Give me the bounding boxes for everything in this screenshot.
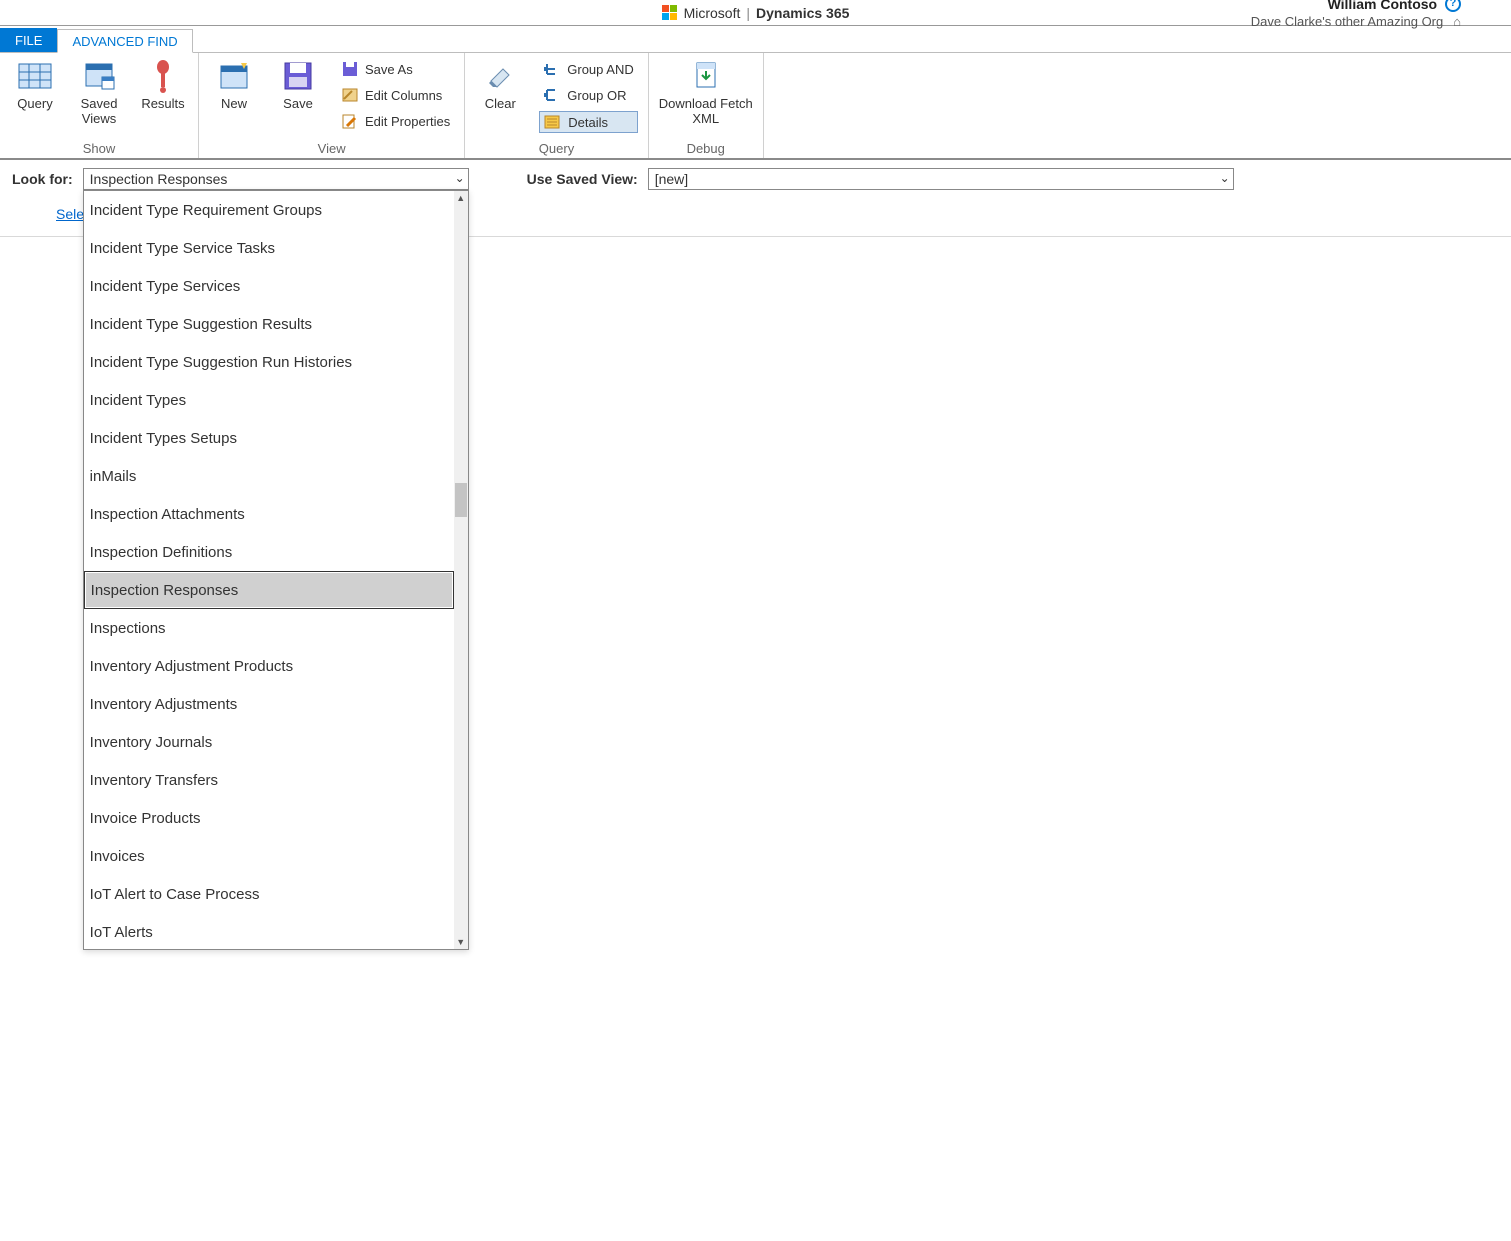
saved-views-icon bbox=[82, 59, 116, 93]
saved-views-button[interactable]: Saved Views bbox=[74, 59, 124, 127]
group-or-button[interactable]: Group OR bbox=[539, 85, 637, 105]
look-for-option[interactable]: Incident Types Setups bbox=[84, 419, 454, 457]
look-for-combo[interactable]: Inspection Responses ⌄ Incident Type Req… bbox=[83, 168, 469, 190]
look-for-option[interactable]: Inspection Definitions bbox=[84, 533, 454, 571]
title-bar: Microsoft | Dynamics 365 William Contoso… bbox=[0, 0, 1511, 26]
ribbon-group-show: Query Saved Views Results Show bbox=[0, 53, 199, 158]
tab-advanced-find[interactable]: ADVANCED FIND bbox=[57, 29, 192, 53]
save-as-button[interactable]: Save As bbox=[337, 59, 454, 79]
home-icon[interactable]: ⌂ bbox=[1453, 14, 1461, 30]
look-for-option[interactable]: Incident Type Requirement Groups bbox=[84, 191, 454, 229]
eraser-icon bbox=[483, 59, 517, 93]
save-icon bbox=[281, 59, 315, 93]
look-for-option[interactable]: Invoice Products bbox=[84, 799, 454, 837]
brand-microsoft: Microsoft bbox=[684, 5, 741, 21]
look-for-value[interactable]: Inspection Responses bbox=[83, 168, 469, 190]
look-for-option[interactable]: Inspections bbox=[84, 609, 454, 647]
ribbon-group-query-label: Query bbox=[475, 141, 637, 156]
look-for-option[interactable]: Inventory Transfers bbox=[84, 761, 454, 799]
look-for-option[interactable]: Inspection Attachments bbox=[84, 495, 454, 533]
look-for-dropdown: Incident Type Requirement GroupsIncident… bbox=[83, 190, 469, 950]
scroll-up-icon[interactable]: ▲ bbox=[454, 191, 468, 205]
edit-properties-button[interactable]: Edit Properties bbox=[337, 111, 454, 131]
look-for-option[interactable]: Incident Type Service Tasks bbox=[84, 229, 454, 267]
user-info: William Contoso ? Dave Clarke's other Am… bbox=[1251, 0, 1511, 29]
grid-icon bbox=[18, 59, 52, 93]
look-for-option[interactable]: Inspection Responses bbox=[84, 571, 454, 609]
download-fetch-xml-button[interactable]: Download Fetch XML bbox=[659, 59, 753, 127]
ribbon-group-debug: Download Fetch XML Debug bbox=[649, 53, 764, 158]
saved-view-value[interactable]: [new] bbox=[648, 168, 1234, 190]
ribbon-group-view: New Save Save As E bbox=[199, 53, 465, 158]
edit-columns-icon bbox=[341, 86, 359, 104]
look-for-option[interactable]: Invoices bbox=[84, 837, 454, 875]
ribbon-group-debug-label: Debug bbox=[659, 141, 753, 156]
scroll-thumb[interactable] bbox=[455, 483, 467, 517]
select-link[interactable]: Sele bbox=[56, 206, 84, 222]
new-button[interactable]: New bbox=[209, 59, 259, 112]
tab-file[interactable]: FILE bbox=[0, 28, 57, 52]
help-icon[interactable]: ? bbox=[1445, 0, 1461, 12]
details-button[interactable]: Details bbox=[539, 111, 637, 133]
ribbon-group-query: Clear Group AND Group OR bbox=[465, 53, 648, 158]
look-for-option[interactable]: Incident Types bbox=[84, 381, 454, 419]
dropdown-scrollbar[interactable]: ▲ ▼ bbox=[454, 191, 468, 949]
user-name: William Contoso bbox=[1328, 0, 1438, 13]
look-for-option[interactable]: Incident Type Services bbox=[84, 267, 454, 305]
look-for-option[interactable]: Inventory Adjustments bbox=[84, 685, 454, 723]
query-button[interactable]: Query bbox=[10, 59, 60, 112]
download-xml-icon bbox=[689, 59, 723, 93]
group-and-icon bbox=[543, 60, 561, 78]
group-and-button[interactable]: Group AND bbox=[539, 59, 637, 79]
results-button[interactable]: Results bbox=[138, 59, 188, 112]
query-row: Look for: Inspection Responses ⌄ Inciden… bbox=[0, 160, 1511, 196]
look-for-option[interactable]: Incident Type Suggestion Run Histories bbox=[84, 343, 454, 381]
saved-view-label: Use Saved View: bbox=[527, 171, 638, 187]
save-button[interactable]: Save bbox=[273, 59, 323, 112]
ribbon-group-view-label: View bbox=[209, 141, 454, 156]
ribbon-tabs: FILE ADVANCED FIND bbox=[0, 26, 1511, 53]
look-for-option[interactable]: Inventory Journals bbox=[84, 723, 454, 761]
saved-view-combo[interactable]: [new] ⌄ bbox=[648, 168, 1234, 190]
clear-button[interactable]: Clear bbox=[475, 59, 525, 112]
look-for-option[interactable]: IoT Alert to Case Process bbox=[84, 875, 454, 913]
ribbon-group-show-label: Show bbox=[10, 141, 188, 156]
microsoft-logo-icon bbox=[662, 5, 678, 21]
edit-properties-icon bbox=[341, 112, 359, 130]
look-for-option[interactable]: Inventory Adjustment Products bbox=[84, 647, 454, 685]
ribbon: Query Saved Views Results Show bbox=[0, 53, 1511, 160]
details-icon bbox=[544, 113, 562, 131]
results-icon bbox=[146, 59, 180, 93]
look-for-option[interactable]: IoT Alerts bbox=[84, 913, 454, 949]
brand-separator: | bbox=[746, 5, 750, 21]
new-icon bbox=[217, 59, 251, 93]
look-for-option[interactable]: inMails bbox=[84, 457, 454, 495]
group-or-icon bbox=[543, 86, 561, 104]
save-as-icon bbox=[341, 60, 359, 78]
look-for-option[interactable]: Incident Type Suggestion Results bbox=[84, 305, 454, 343]
look-for-label: Look for: bbox=[12, 171, 73, 187]
edit-columns-button[interactable]: Edit Columns bbox=[337, 85, 454, 105]
org-name: Dave Clarke's other Amazing Org bbox=[1251, 14, 1444, 29]
brand-product: Dynamics 365 bbox=[756, 5, 849, 21]
scroll-down-icon[interactable]: ▼ bbox=[454, 935, 468, 949]
